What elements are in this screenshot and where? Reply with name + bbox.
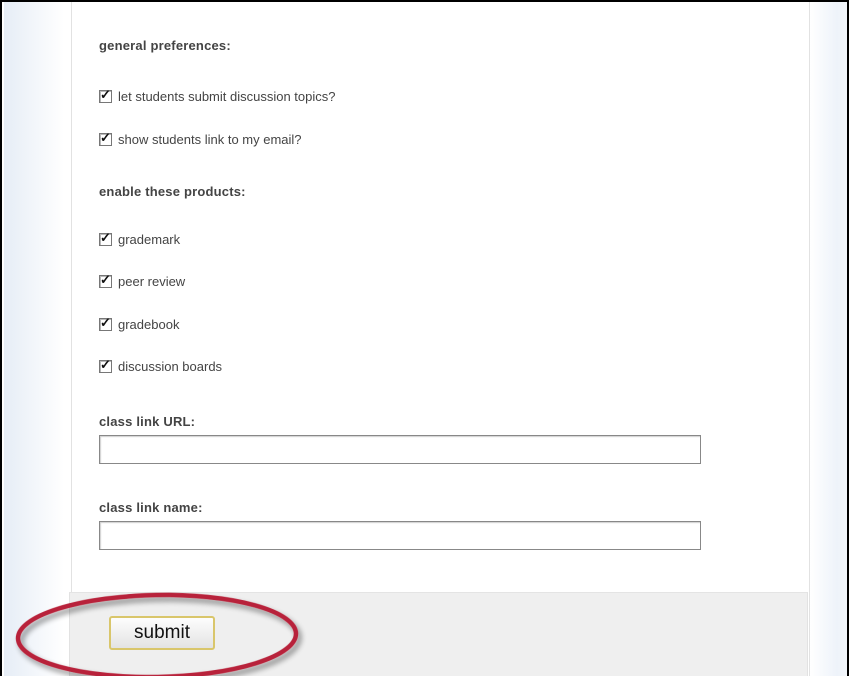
class-link-name-label: class link name: — [99, 500, 203, 515]
general-preferences-heading: general preferences: — [99, 38, 231, 53]
class-link-url-input[interactable] — [99, 435, 701, 464]
product-label: grademark — [118, 232, 181, 247]
checkmark-icon: ✓ — [100, 357, 111, 372]
option-submit-discussion-topics[interactable]: ✓ let students submit discussion topics? — [99, 87, 336, 104]
class-link-name-input[interactable] — [99, 521, 701, 550]
class-link-url-label: class link URL: — [99, 414, 196, 429]
option-label: show students link to my email? — [118, 132, 302, 147]
checkbox-discussion-boards[interactable]: ✓ — [99, 357, 112, 373]
checkmark-icon: ✓ — [100, 130, 111, 145]
product-label: discussion boards — [118, 359, 223, 374]
checkbox-show-email-link[interactable]: ✓ — [99, 130, 112, 146]
product-gradebook[interactable]: ✓ gradebook — [99, 315, 180, 332]
checkmark-icon: ✓ — [100, 230, 111, 245]
enable-products-heading: enable these products: — [99, 184, 246, 199]
product-peer-review[interactable]: ✓ peer review — [99, 272, 186, 289]
checkbox-peer-review[interactable]: ✓ — [99, 272, 112, 288]
option-show-email-link[interactable]: ✓ show students link to my email? — [99, 130, 302, 147]
product-label: peer review — [118, 274, 186, 289]
product-grademark[interactable]: ✓ grademark — [99, 230, 181, 247]
product-discussion-boards[interactable]: ✓ discussion boards — [99, 357, 223, 374]
checkmark-icon: ✓ — [100, 315, 111, 330]
left-gutter — [4, 2, 70, 676]
option-label: let students submit discussion topics? — [118, 89, 336, 104]
product-label: gradebook — [118, 317, 180, 332]
checkmark-icon: ✓ — [100, 272, 111, 287]
checkbox-grademark[interactable]: ✓ — [99, 230, 112, 246]
checkmark-icon: ✓ — [100, 87, 111, 102]
checkbox-submit-discussion-topics[interactable]: ✓ — [99, 87, 112, 103]
submit-button[interactable]: submit — [109, 616, 215, 650]
checkbox-gradebook[interactable]: ✓ — [99, 315, 112, 331]
